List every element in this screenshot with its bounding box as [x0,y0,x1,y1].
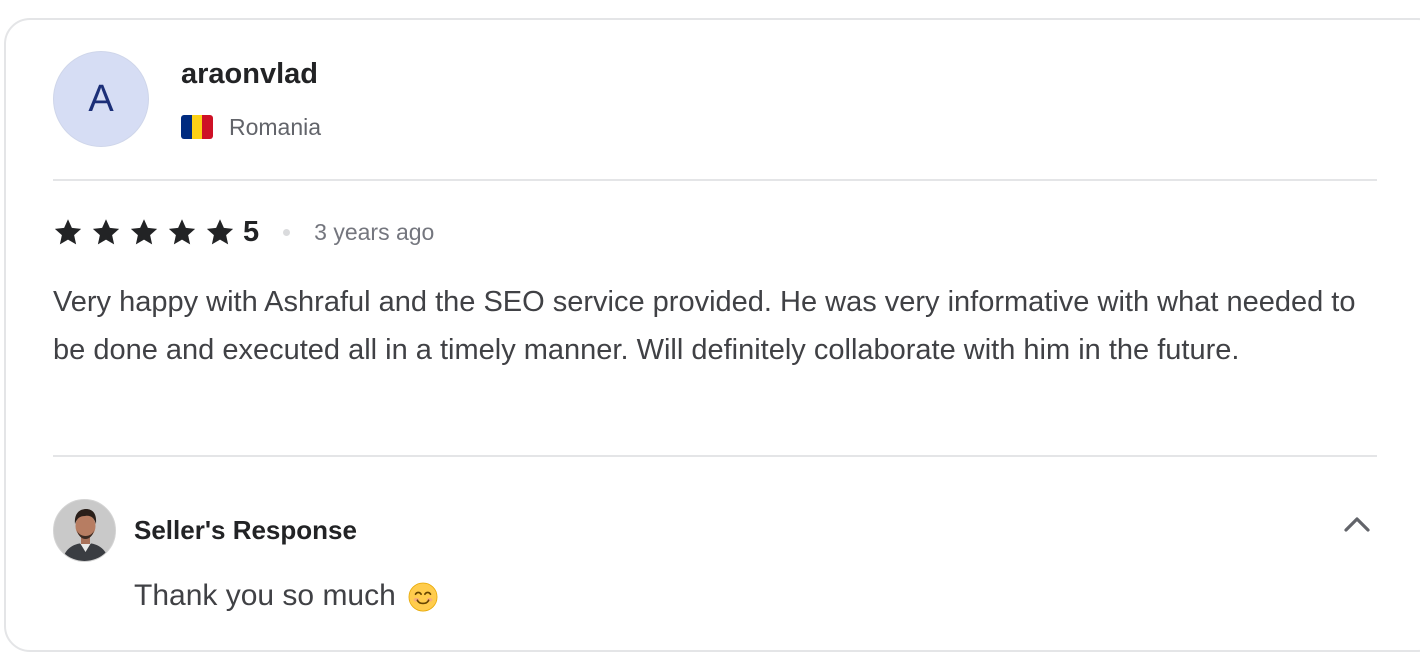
header-divider [53,179,1377,181]
smiling-face-icon [408,582,438,612]
collapse-response-button[interactable] [1338,505,1376,543]
separator-dot [283,228,291,236]
star-icon [92,219,120,245]
romania-flag-icon [181,115,213,139]
star-icon [54,219,82,245]
review-time: 3 years ago [314,218,435,245]
reviewer-avatar-initial: A [88,77,114,120]
reviewer-name[interactable]: araonvlad [181,56,318,92]
seller-response-message: Thank you so much [134,579,396,612]
star-icon [206,219,234,245]
seller-photo-icon [54,500,115,561]
star-icon [130,219,158,245]
rating-value: 5 [243,215,260,248]
chevron-up-icon [1344,517,1370,532]
reviewer-avatar[interactable]: A [53,51,149,147]
reviewer-country: Romania [181,112,321,142]
response-divider [53,455,1377,457]
country-name: Romania [229,113,322,140]
review-text: Very happy with Ashraful and the SEO ser… [53,286,1356,366]
seller-response-title: Seller's Response [134,515,357,545]
rating-row: 5 3 years ago [53,212,434,252]
star-icon [168,219,196,245]
seller-avatar[interactable] [53,499,116,562]
seller-response-text: Thank you so much [134,574,438,618]
